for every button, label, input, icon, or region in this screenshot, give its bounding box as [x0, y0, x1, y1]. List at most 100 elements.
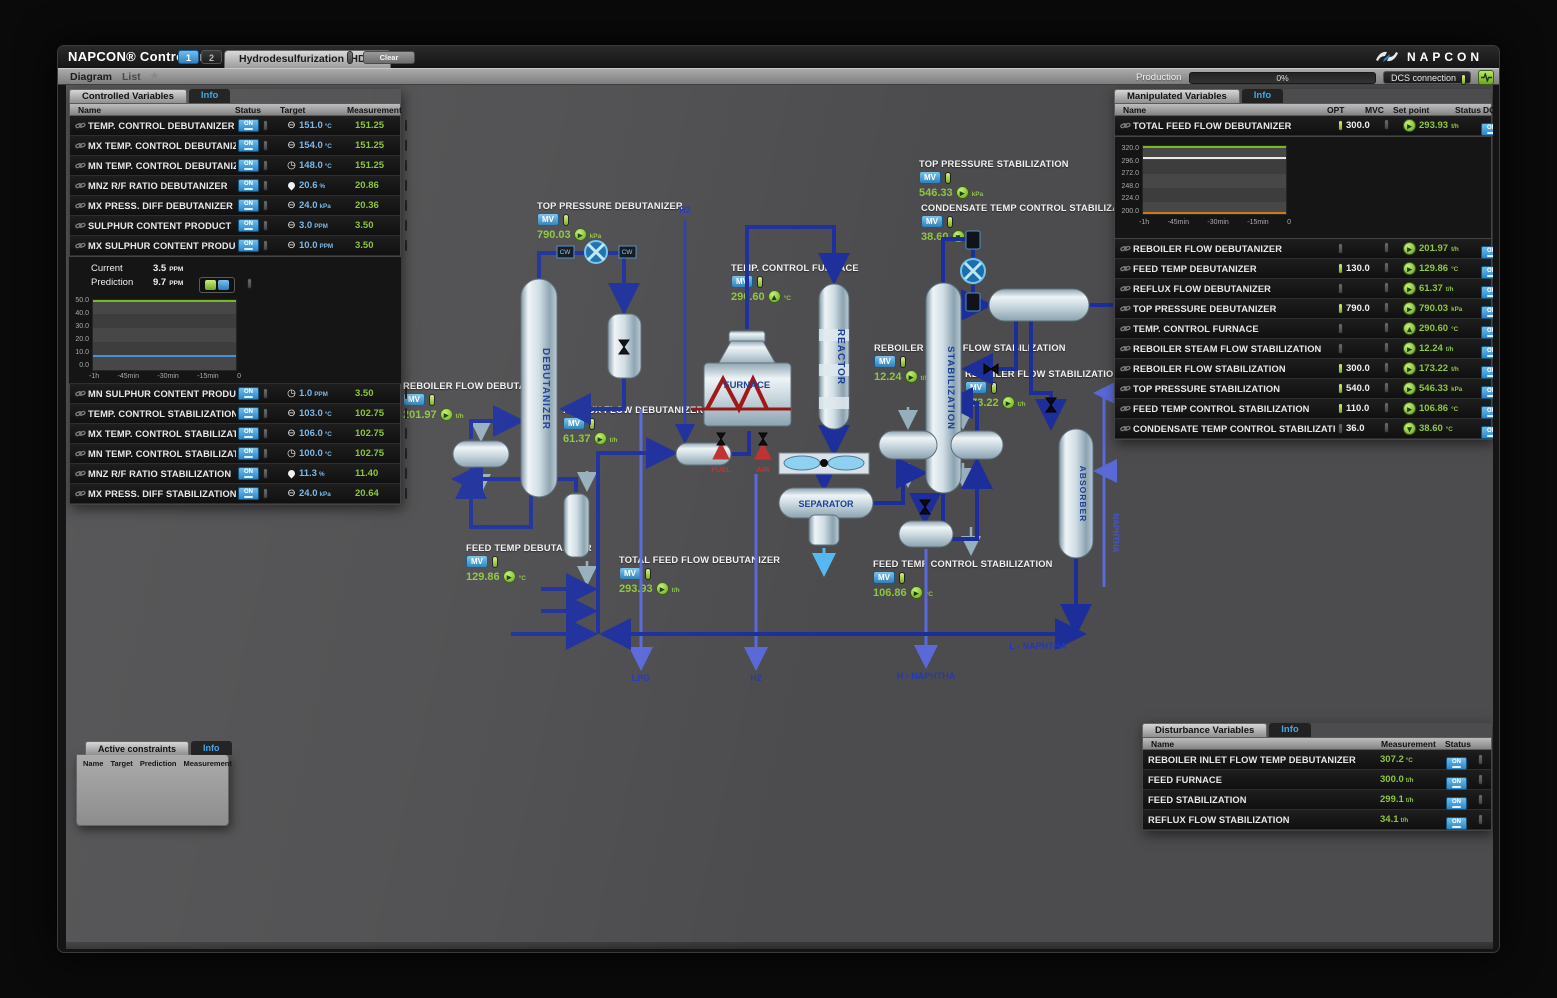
status-badge[interactable]: ON [1481, 406, 1493, 419]
tab-mv-info[interactable]: Info [1242, 89, 1283, 103]
napcon-swoosh-icon [1374, 49, 1400, 64]
table-row[interactable]: REBOILER FLOW DEBUTANIZER ▸201.97t/h ON [1115, 239, 1491, 259]
mvc-pill[interactable] [1384, 342, 1389, 353]
table-row[interactable]: MX SULPHUR CONTENT PRODUCT ON 10.0PPM 3.… [70, 236, 400, 256]
cv-target: 20.6% [286, 180, 353, 191]
status-badge[interactable]: ON [1481, 246, 1493, 259]
table-row[interactable]: FEED STABILIZATION 299.1t/h ON [1143, 790, 1491, 810]
status-badge[interactable]: ON [238, 427, 259, 440]
setpoint-cell: ▸201.97t/h [1403, 242, 1479, 255]
absorber-column [1059, 429, 1093, 558]
table-row[interactable]: TEMP. CONTROL FURNACE ▴290.60°C ON [1115, 319, 1491, 339]
activity-button[interactable] [1478, 70, 1494, 85]
table-row[interactable]: FEED TEMP DEBUTANIZER 130.0 ▸129.86°C ON [1115, 259, 1491, 279]
target-type-icon [286, 140, 297, 151]
view-button-1[interactable]: 1 [178, 50, 199, 64]
status-badge[interactable]: ON [1481, 286, 1493, 299]
favorite-star-icon[interactable]: ★ [150, 71, 159, 82]
status-badge[interactable]: ON [238, 467, 259, 480]
table-row[interactable]: MNZ R/F RATIO DEBUTANIZER ON 20.6% 20.86 [70, 176, 400, 196]
status-badge[interactable]: ON [1446, 817, 1467, 830]
tab-manipulated-variables[interactable]: Manipulated Variables [1114, 89, 1240, 103]
table-row[interactable]: MX TEMP. CONTROL STABILIZATION ON 106.0°… [70, 424, 400, 444]
status-badge[interactable]: ON [238, 219, 259, 232]
mvc-pill[interactable] [1384, 322, 1389, 333]
status-badge[interactable]: ON [238, 387, 259, 400]
view-button-2[interactable]: 2 [201, 50, 222, 64]
status-badge[interactable]: ON [1446, 797, 1467, 810]
status-badge[interactable]: ON [1481, 366, 1493, 379]
status-badge[interactable]: ON [1481, 306, 1493, 319]
status-badge[interactable]: ON [1481, 326, 1493, 339]
separator-vessel [779, 488, 873, 518]
table-row[interactable]: MN TEMP. CONTROL STABILIZATION ON 100.0°… [70, 444, 400, 464]
chart-pill [247, 278, 252, 289]
status-badge[interactable]: ON [1481, 386, 1493, 399]
table-row[interactable]: MX TEMP. CONTROL DEBUTANIZER ON 154.0°C … [70, 136, 400, 156]
clear-button[interactable]: Clear [363, 51, 415, 64]
status-badge[interactable]: ON [238, 239, 259, 252]
manipulated-variables-panel: Manipulated Variables Info Name OPT MVC … [1114, 89, 1492, 440]
dcs-connection-button[interactable]: DCS connection [1383, 71, 1471, 84]
status-badge[interactable]: ON [1481, 426, 1493, 439]
l-naphtha-label: L - NAPHTHA [1009, 641, 1067, 651]
setpoint-arrow-icon: ▸ [1403, 402, 1416, 415]
mvc-pill[interactable] [1384, 302, 1389, 313]
table-row[interactable]: REBOILER FLOW STABILIZATION 300.0 ▸173.2… [1115, 359, 1491, 379]
table-row[interactable]: TOTAL FEED FLOW DEBUTANIZER 300.0 ▸293.9… [1115, 116, 1491, 136]
table-row[interactable]: TEMP. CONTROL STABILIZATION ON 103.0°C 1… [70, 404, 400, 424]
table-row[interactable]: REBOILER STEAM FLOW STABILIZATION ▸12.24… [1115, 339, 1491, 359]
table-row[interactable]: MX PRESS. DIFF DEBUTANIZER ON 24.0kPa 20… [70, 196, 400, 216]
table-row[interactable]: MNZ R/F RATIO STABILIZATION ON 11.3% 11.… [70, 464, 400, 484]
status-badge[interactable]: ON [1481, 346, 1493, 359]
table-row[interactable]: MX PRESS. DIFF STABILIZATION ON 24.0kPa … [70, 484, 400, 504]
mvc-pill[interactable] [1384, 242, 1389, 253]
process-flow-diagram: TOP PRESSURE DEBUTANIZER MV 790.03▸kPa R… [391, 141, 1121, 701]
status-badge[interactable]: ON [1446, 757, 1467, 770]
mvc-pill[interactable] [1384, 362, 1389, 373]
tab-ac-info[interactable]: Info [191, 741, 232, 755]
status-badge[interactable]: ON [238, 159, 259, 172]
mvc-pill[interactable] [1384, 402, 1389, 413]
status-badge[interactable]: ON [238, 487, 259, 500]
table-row[interactable]: CONDENSATE TEMP CONTROL STABILIZATION 36… [1115, 419, 1491, 439]
tab-list[interactable]: List [122, 71, 141, 83]
trend-toggle[interactable] [199, 277, 235, 293]
tab-cv-info[interactable]: Info [189, 89, 230, 103]
table-row[interactable]: REFLUX FLOW STABILIZATION 34.1t/h ON [1143, 810, 1491, 830]
tab-diagram[interactable]: Diagram [70, 71, 112, 83]
status-badge[interactable]: ON [238, 119, 259, 132]
table-row[interactable]: SULPHUR CONTENT PRODUCT ON 3.0PPM 3.50 [70, 216, 400, 236]
table-row[interactable]: MN TEMP. CONTROL DEBUTANIZER ON 148.0°C … [70, 156, 400, 176]
status-badge[interactable]: ON [1481, 266, 1493, 279]
active-constraints-panel: Name Target Prediction Measurement [76, 754, 229, 826]
status-badge[interactable]: ON [1481, 123, 1493, 136]
status-badge[interactable]: ON [238, 139, 259, 152]
table-row[interactable]: REFLUX FLOW DEBUTANIZER ▸61.37t/h ON [1115, 279, 1491, 299]
mvc-pill[interactable] [1384, 282, 1389, 293]
tab-controlled-variables[interactable]: Controlled Variables [69, 89, 187, 103]
tab-disturbance-variables[interactable]: Disturbance Variables [1142, 723, 1267, 737]
table-row[interactable]: REBOILER INLET FLOW TEMP DEBUTANIZER 307… [1143, 750, 1491, 770]
mvc-pill[interactable] [1384, 382, 1389, 393]
opt-value: 110.0 [1346, 403, 1369, 414]
table-row[interactable]: FEED TEMP CONTROL STABILIZATION 110.0 ▸1… [1115, 399, 1491, 419]
status-badge[interactable]: ON [238, 447, 259, 460]
mvc-pill[interactable] [1384, 119, 1389, 130]
tab-dv-info[interactable]: Info [1269, 723, 1310, 737]
status-badge[interactable]: ON [238, 179, 259, 192]
table-row[interactable]: TOP PRESSURE STABILIZATION 540.0 ▸546.33… [1115, 379, 1491, 399]
status-badge[interactable]: ON [1446, 777, 1467, 790]
table-row[interactable]: MN SULPHUR CONTENT PRODUCT ON 1.0PPM 3.5… [70, 384, 400, 404]
status-badge[interactable]: ON [238, 199, 259, 212]
dv-name: REBOILER INLET FLOW TEMP DEBUTANIZER [1148, 755, 1378, 765]
table-row[interactable]: TEMP. CONTROL DEBUTANIZER ON 151.0°C 151… [70, 116, 400, 136]
status-badge[interactable]: ON [238, 407, 259, 420]
bottom-scroll-strip[interactable] [66, 942, 1493, 949]
table-row[interactable]: TOP PRESSURE DEBUTANIZER 790.0 ▸790.03kP… [1115, 299, 1491, 319]
tab-active-constraints[interactable]: Active constraints [85, 741, 189, 755]
separator-boot [809, 515, 839, 545]
mvc-pill[interactable] [1384, 262, 1389, 273]
table-row[interactable]: FEED FURNACE 300.0t/h ON [1143, 770, 1491, 790]
mvc-pill[interactable] [1384, 422, 1389, 433]
